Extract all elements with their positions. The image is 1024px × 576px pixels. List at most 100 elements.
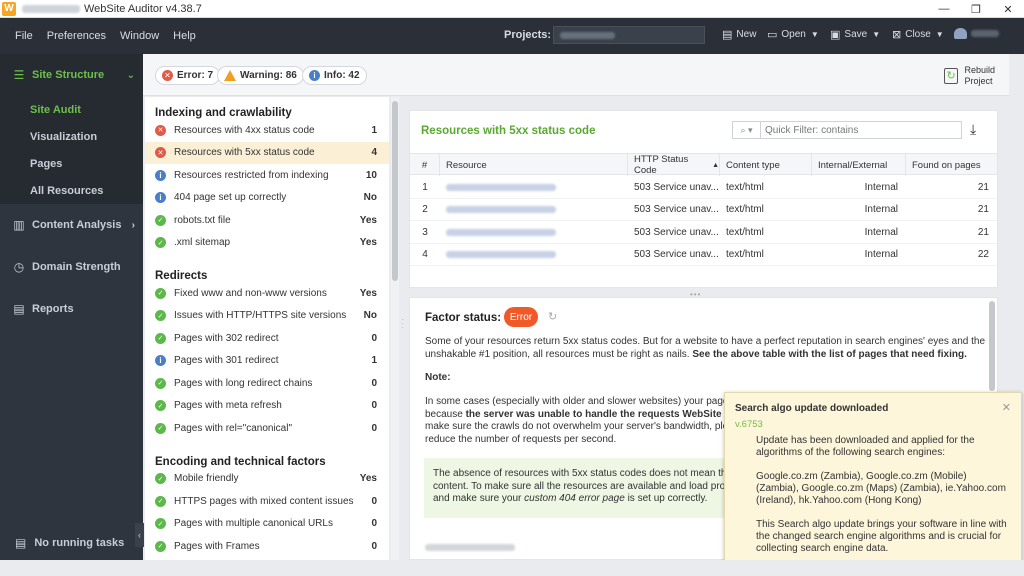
resource-url[interactable] [440,199,628,222]
search-icon[interactable]: ⌕ ▾ [733,122,761,138]
warning-count-badge[interactable]: Warning: 86 [217,66,304,85]
close-window-icon[interactable]: ✕ [992,0,1024,18]
factor-value: 4 [371,147,377,159]
quick-filter-input[interactable]: ⌕ ▾ Quick Filter: contains [732,121,962,139]
save-button[interactable]: ▣ Save ▼ [830,28,880,41]
factor-label: Mobile friendly [174,473,239,485]
download-icon[interactable]: ⤓ [970,121,976,138]
factor-row[interactable]: ✓ Fixed www and non-www versions Yes [145,282,389,305]
new-button[interactable]: ▤ New [722,28,756,41]
factor-row[interactable]: ✓ .xml sitemap Yes [145,232,389,255]
factor-value: 1 [371,355,377,367]
table-row[interactable]: 1 503 Service unav... text/html Internal 21 [410,176,997,199]
chevron-down-icon[interactable]: ▼ [811,30,819,39]
nav-label: Content Analysis [32,219,122,231]
factor-row[interactable]: ✓ Issues with HTTP/HTTPS site versions No [145,305,389,328]
nav-reports[interactable]: ▤ Reports [0,288,143,330]
factor-row[interactable]: ✓ HTTPS pages with mixed content issues 0 [145,490,389,513]
bottom-bar [0,560,1024,576]
nav-label: Domain Strength [32,261,121,273]
user-menu[interactable] [954,28,999,39]
projects-dropdown[interactable] [553,26,705,44]
factor-value: 0 [371,332,377,344]
resource-url[interactable] [440,221,628,244]
factor-row[interactable]: ✓ Pages with 302 redirect 0 [145,327,389,350]
nav-site-audit[interactable]: Site Audit [0,96,143,123]
resource-url[interactable] [440,244,628,267]
open-button[interactable]: ▭ Open ▼ [767,28,819,41]
factor-row[interactable]: ✓ Pages with meta refresh 0 [145,395,389,418]
factor-label: Pages with multiple canonical URLs [174,518,333,530]
check-icon: ✓ [155,332,166,344]
menu-file[interactable]: File [15,30,33,42]
factor-row[interactable]: i Resources restricted from indexing 10 [145,164,389,187]
scope-cell: Internal [864,249,898,261]
nav-domain-strength[interactable]: ◷ Domain Strength [0,246,143,288]
tasks-status[interactable]: ▤ No running tasks [0,526,143,560]
factor-row[interactable]: ✕ Resources with 4xx status code 1 [145,119,389,142]
factor-row[interactable]: ✓ Mobile friendly Yes [145,468,389,491]
error-icon: ✕ [155,147,166,159]
info-count-badge[interactable]: i Info: 42 [302,66,367,85]
factor-label: HTTPS pages with mixed content issues [174,495,354,507]
minimize-icon[interactable]: — [928,0,960,18]
menu-help[interactable]: Help [173,30,196,42]
splitter-handle[interactable]: · · · [401,316,404,332]
error-count-badge[interactable]: ✕ Error: 7 [155,66,221,85]
section-title: Encoding and technical factors [155,455,326,468]
warning-icon [224,70,236,81]
info-count-label: Info: 42 [324,70,360,81]
close-project-button[interactable]: ⊠ Close ▼ [892,28,944,41]
factor-row[interactable]: ✓ Pages with rel="canonical" 0 [145,417,389,440]
close-icon[interactable]: ✕ [1002,401,1011,414]
collapse-sidebar-button[interactable]: ‹ [135,523,144,547]
window-title: WebSite Auditor v4.38.7 [84,2,202,15]
factor-row[interactable]: ✓ Pages with multiple canonical URLs 0 [145,513,389,536]
table-row[interactable]: 2 503 Service unav... text/html Internal 21 [410,199,997,222]
notification-text: Update has been downloaded and applied f… [756,435,975,458]
factor-row[interactable]: i Pages with 301 redirect 1 [145,350,389,373]
factor-label: Pages with 301 redirect [174,355,279,367]
column-header[interactable]: Internal/External [812,154,906,176]
error-icon: ✕ [155,124,166,136]
factor-row[interactable]: ✓ Pages with Frames 0 [145,535,389,558]
nav-content-analysis[interactable]: ▥ Content Analysis › [0,204,143,246]
factor-row[interactable]: ✓ Pages with long redirect chains 0 [145,372,389,395]
save-icon: ▣ [830,29,841,41]
details-scrollbar[interactable] [988,297,996,397]
factors-scrollbar[interactable] [391,97,399,560]
close-project-icon: ⊠ [892,29,902,41]
resource-url[interactable] [440,176,628,199]
menu-preferences[interactable]: Preferences [47,30,106,42]
refresh-icon[interactable]: ↻ [548,310,557,323]
column-header[interactable]: Content type [720,154,812,176]
menu-bar: File Preferences Window Help Projects: ▤… [0,18,1024,54]
restore-icon[interactable]: ❐ [960,0,992,18]
nav-site-structure[interactable]: ☰ Site Structure ⌄ [0,54,143,96]
menu-window[interactable]: Window [120,30,159,42]
chevron-down-icon[interactable]: ▼ [936,30,944,39]
factor-row[interactable]: ✕ Resources with 5xx status code 4 [145,141,389,164]
factor-label: .xml sitemap [174,237,231,249]
quick-filter-placeholder: Quick Filter: contains [765,124,859,136]
column-header[interactable]: HTTP Status Code ▲ [628,154,720,176]
scope-cell: Internal [864,204,898,216]
column-header[interactable]: Found on pages [906,154,997,176]
nav-all-resources[interactable]: All Resources [0,177,143,204]
table-row[interactable]: 4 503 Service unav... text/html Internal 22 [410,244,997,267]
factor-row[interactable]: i 404 page set up correctly No [145,187,389,210]
column-header[interactable]: Resource [440,154,628,176]
nav-visualization[interactable]: Visualization [0,123,143,150]
factor-value: 0 [371,495,377,507]
table-row[interactable]: 3 503 Service unav... text/html Internal 21 [410,221,997,244]
nav-pages[interactable]: Pages [0,150,143,177]
status-code-cell: 503 Service unav... [634,226,719,238]
column-header[interactable]: # [410,154,440,176]
tasks-label: No running tasks [34,537,125,549]
factor-row[interactable]: ✓ robots.txt file Yes [145,209,389,232]
chevron-down-icon[interactable]: ▼ [872,30,880,39]
check-icon: ✓ [155,422,166,434]
status-code-cell: 503 Service unav... [634,204,719,216]
rebuild-project-button[interactable]: Rebuild Project [944,65,995,87]
factor-status-label: Factor status: [425,312,502,324]
